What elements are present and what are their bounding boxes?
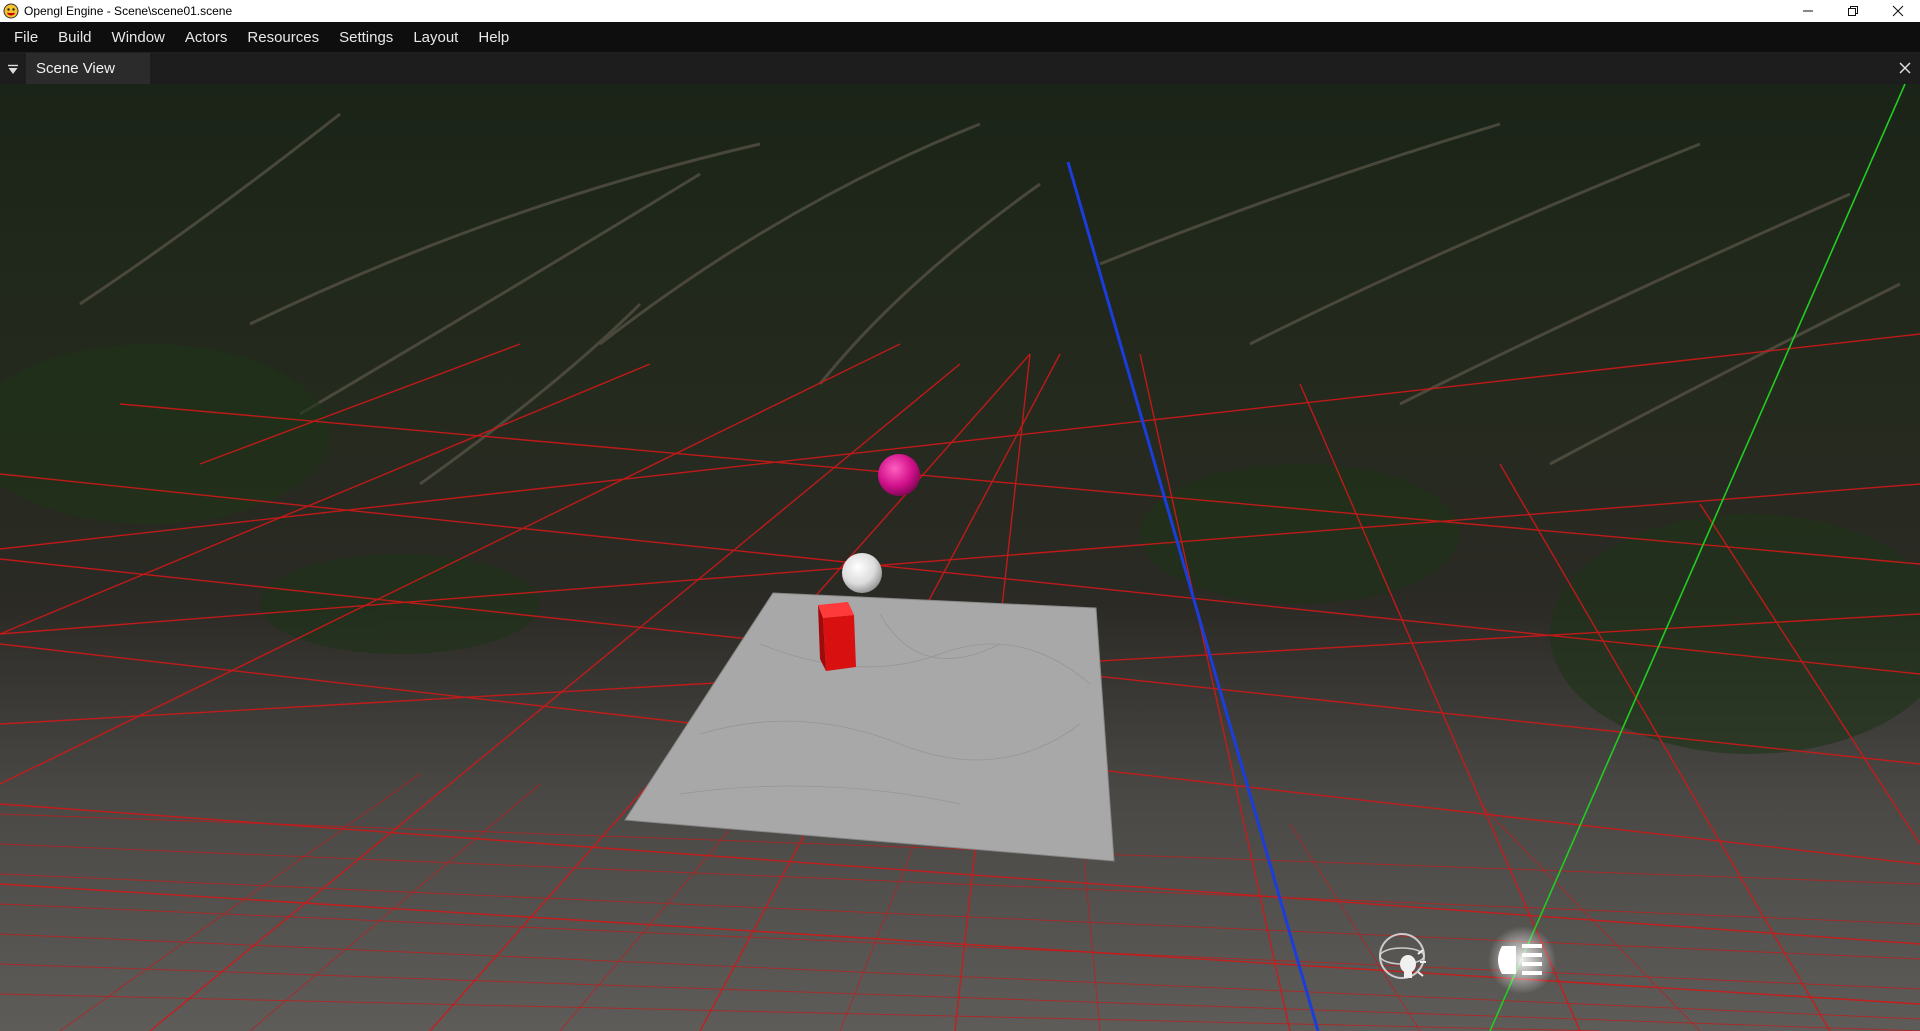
menu-build[interactable]: Build: [48, 22, 101, 52]
menu-resources[interactable]: Resources: [237, 22, 329, 52]
window-title: Opengl Engine - Scene\scene01.scene: [24, 4, 233, 18]
restore-button[interactable]: [1830, 0, 1875, 22]
smiley-icon: [3, 3, 19, 19]
menu-window[interactable]: Window: [102, 22, 175, 52]
panel-close-button[interactable]: [1896, 59, 1914, 77]
window-titlebar: Opengl Engine - Scene\scene01.scene: [0, 0, 1920, 22]
triangle-down-icon: [8, 64, 18, 74]
menu-settings[interactable]: Settings: [329, 22, 403, 52]
minimize-icon: [1802, 10, 1813, 12]
panel-tabbar: Scene View: [0, 53, 1920, 85]
magenta-sphere[interactable]: [878, 454, 920, 496]
window-close-button[interactable]: [1875, 0, 1920, 22]
menu-bar: File Build Window Actors Resources Setti…: [0, 22, 1920, 53]
red-cube[interactable]: [818, 602, 856, 671]
menu-help[interactable]: Help: [468, 22, 519, 52]
minimize-button[interactable]: [1785, 0, 1830, 22]
scene-viewport[interactable]: [0, 84, 1920, 1031]
menu-file[interactable]: File: [0, 22, 48, 52]
white-sphere[interactable]: [842, 553, 882, 593]
menu-actors[interactable]: Actors: [175, 22, 238, 52]
tab-scene-view[interactable]: Scene View: [26, 53, 150, 84]
headlight-icon[interactable]: [1488, 926, 1556, 994]
close-icon: [1892, 5, 1903, 17]
close-icon: [1899, 62, 1911, 74]
restore-icon: [1847, 6, 1858, 16]
panel-collapse-button[interactable]: [0, 53, 26, 84]
menu-layout[interactable]: Layout: [403, 22, 468, 52]
